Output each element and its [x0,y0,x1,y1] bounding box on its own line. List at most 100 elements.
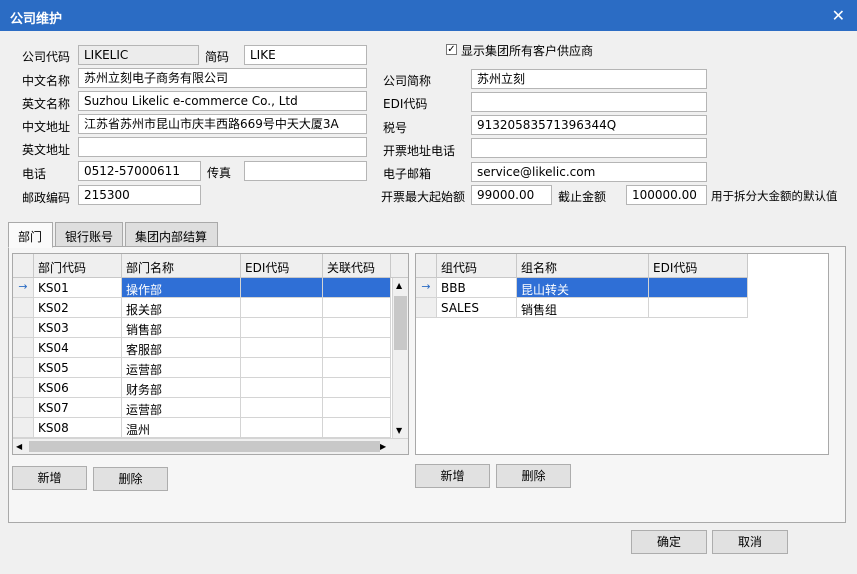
table-cell[interactable]: 温州 [122,418,241,438]
close-icon[interactable]: ✕ [832,6,845,25]
table-cell[interactable]: KS06 [34,378,122,398]
column-header[interactable]: 组代码 [437,254,517,278]
split-note: 用于拆分大金额的默认值 [711,189,838,203]
table-row[interactable]: KS05 运营部 [13,358,391,378]
table-cell[interactable] [241,358,323,378]
group-add-button[interactable]: 新增 [415,464,490,488]
en-addr-field[interactable] [78,137,367,157]
short-name-field[interactable]: 苏州立刻 [471,69,707,89]
table-cell[interactable]: 昆山转关 [517,278,649,298]
scroll-thumb[interactable] [394,296,407,350]
table-row[interactable]: KS06 财务部 [13,378,391,398]
table-cell[interactable] [323,358,391,378]
cn-name-field[interactable]: 苏州立刻电子商务有限公司 [78,68,367,88]
invoice-addr-field[interactable] [471,138,707,158]
table-row[interactable]: → BBB 昆山转关 [416,278,748,298]
fax-field[interactable] [244,161,367,181]
cancel-button[interactable]: 取消 [712,530,788,554]
table-cell[interactable]: KS02 [34,298,122,318]
table-cell[interactable] [649,298,748,318]
table-cell[interactable]: KS05 [34,358,122,378]
email-field[interactable]: service@likelic.com [471,162,707,182]
cutoff-label: 截止金额 [558,190,607,204]
dept-add-button[interactable]: 新增 [12,466,87,490]
en-name-field[interactable]: Suzhou Likelic e-commerce Co., Ltd [78,91,367,111]
company-code-label: 公司代码 [22,50,71,64]
table-cell[interactable]: 运营部 [122,358,241,378]
table-row[interactable]: KS04 客服部 [13,338,391,358]
column-header[interactable]: 关联代码 [323,254,391,278]
table-row[interactable]: KS03 销售部 [13,318,391,338]
table-cell[interactable] [323,418,391,438]
column-header[interactable]: EDI代码 [241,254,323,278]
scroll-down-icon[interactable]: ▼ [396,426,402,435]
table-cell[interactable] [241,418,323,438]
short-code-field[interactable]: LIKE [244,45,367,65]
table-cell[interactable]: KS08 [34,418,122,438]
ok-button[interactable]: 确定 [631,530,707,554]
table-cell[interactable] [323,398,391,418]
table-cell[interactable]: SALES [437,298,517,318]
department-grid[interactable]: 部门代码 部门名称 EDI代码 关联代码 → KS01 操作部 KS02 报关部 KS03 销售部… [12,253,409,455]
table-row[interactable]: KS08 温州 [13,418,391,438]
table-cell[interactable] [323,298,391,318]
scroll-right-icon[interactable]: ▶ [380,442,386,451]
table-cell[interactable]: 销售组 [517,298,649,318]
table-cell[interactable]: KS04 [34,338,122,358]
row-indicator [13,338,34,358]
hscroll-thumb[interactable] [29,441,380,452]
table-row[interactable]: SALES 销售组 [416,298,748,318]
table-cell[interactable]: KS01 [34,278,122,298]
column-header[interactable]: EDI代码 [649,254,748,278]
horizontal-scrollbar[interactable]: ◀ ▶ [13,438,408,454]
table-cell[interactable]: 报关部 [122,298,241,318]
max-start-field[interactable]: 99000.00 [471,185,552,205]
cn-addr-field[interactable]: 江苏省苏州市昆山市庆丰西路669号中天大厦3A [78,114,367,134]
table-cell[interactable]: 操作部 [122,278,241,298]
edi-field[interactable] [471,92,707,112]
column-header[interactable]: 组名称 [517,254,649,278]
phone-field[interactable]: 0512-57000611 [78,161,201,181]
scroll-left-icon[interactable]: ◀ [16,442,22,451]
scroll-up-icon[interactable]: ▲ [396,281,402,290]
table-cell[interactable] [323,378,391,398]
table-cell[interactable] [241,338,323,358]
tab-department[interactable]: 部门 [8,222,53,248]
table-cell[interactable] [241,278,323,298]
table-cell[interactable] [241,298,323,318]
tab-group-settlement[interactable]: 集团内部结算 [125,222,218,247]
tax-field[interactable]: 91320583571396344Q [471,115,707,135]
column-header[interactable]: 部门名称 [122,254,241,278]
table-cell[interactable]: 运营部 [122,398,241,418]
table-cell[interactable] [323,338,391,358]
dept-delete-button[interactable]: 删除 [93,467,168,491]
row-indicator [13,298,34,318]
window-title: 公司维护 [10,12,63,27]
column-header[interactable]: 部门代码 [34,254,122,278]
table-cell[interactable] [323,278,391,298]
grid-header: 组代码 组名称 EDI代码 [416,254,748,278]
table-cell[interactable] [241,398,323,418]
vertical-scrollbar[interactable]: ▲ ▼ [392,278,408,440]
group-delete-button[interactable]: 删除 [496,464,571,488]
company-code-field[interactable]: LIKELIC [78,45,199,65]
cutoff-field[interactable]: 100000.00 [626,185,707,205]
table-row[interactable]: KS02 报关部 [13,298,391,318]
table-cell[interactable]: 销售部 [122,318,241,338]
table-row[interactable]: → KS01 操作部 [13,278,391,298]
table-cell[interactable]: 财务部 [122,378,241,398]
table-cell[interactable] [649,278,748,298]
table-cell[interactable]: KS03 [34,318,122,338]
invoice-addr-label: 开票地址电话 [383,144,456,158]
table-cell[interactable]: 客服部 [122,338,241,358]
table-cell[interactable] [323,318,391,338]
table-cell[interactable] [241,378,323,398]
table-cell[interactable]: KS07 [34,398,122,418]
cn-addr-label: 中文地址 [22,120,71,134]
zip-field[interactable]: 215300 [78,185,201,205]
table-row[interactable]: KS07 运营部 [13,398,391,418]
tab-bank-account[interactable]: 银行账号 [55,222,123,247]
group-grid[interactable]: 组代码 组名称 EDI代码 → BBB 昆山转关 SALES 销售组 [415,253,829,455]
table-cell[interactable]: BBB [437,278,517,298]
table-cell[interactable] [241,318,323,338]
